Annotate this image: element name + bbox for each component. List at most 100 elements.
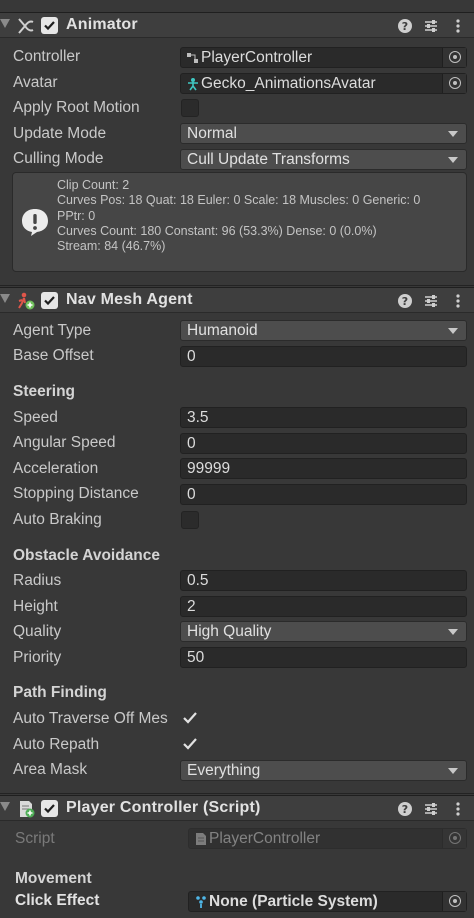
component-title: Animator bbox=[66, 16, 138, 33]
speed-label: Speed bbox=[13, 409, 58, 426]
object-picker-icon[interactable] bbox=[442, 892, 466, 911]
script-file-icon bbox=[196, 833, 206, 845]
nav-mesh-agent-icon bbox=[18, 292, 35, 310]
auto-traverse-label: Auto Traverse Off Mes bbox=[13, 710, 168, 727]
script-field: PlayerController bbox=[188, 828, 467, 849]
foldout-arrow-icon[interactable] bbox=[0, 802, 10, 811]
agent-type-label: Agent Type bbox=[13, 322, 92, 339]
controller-label: Controller bbox=[13, 48, 81, 65]
chevron-down-icon bbox=[448, 131, 458, 137]
foldout-arrow-icon[interactable] bbox=[0, 19, 10, 28]
area-mask-label: Area Mask bbox=[13, 761, 88, 778]
culling-mode-value: Cull Update Transforms bbox=[187, 151, 350, 168]
auto-braking-label: Auto Braking bbox=[13, 511, 102, 528]
culling-mode-dropdown[interactable]: Cull Update Transforms bbox=[180, 149, 467, 170]
stopping-distance-input[interactable]: 0 bbox=[180, 484, 467, 505]
area-mask-dropdown[interactable]: Everything bbox=[180, 760, 467, 781]
height-label: Height bbox=[13, 598, 58, 615]
apply-root-motion-checkbox[interactable] bbox=[181, 99, 199, 117]
radius-input[interactable]: 0.5 bbox=[180, 570, 467, 591]
movement-heading: Movement bbox=[15, 870, 92, 887]
chevron-down-icon bbox=[448, 768, 458, 774]
context-menu-icon[interactable] bbox=[450, 293, 466, 309]
nav-mesh-agent-header[interactable]: Nav Mesh Agent ? bbox=[0, 287, 474, 313]
object-picker-icon[interactable] bbox=[442, 48, 466, 67]
svg-text:?: ? bbox=[402, 295, 408, 308]
angular-speed-input[interactable]: 0 bbox=[180, 433, 467, 454]
chevron-down-icon bbox=[448, 629, 458, 635]
context-menu-icon[interactable] bbox=[450, 18, 466, 34]
acceleration-input[interactable]: 99999 bbox=[180, 458, 467, 479]
priority-input[interactable]: 50 bbox=[180, 647, 467, 668]
base-offset-input[interactable]: 0 bbox=[180, 346, 467, 367]
animator-enabled-checkbox[interactable] bbox=[41, 17, 58, 34]
particle-system-icon bbox=[196, 896, 206, 908]
player-controller-enabled-checkbox[interactable] bbox=[41, 800, 58, 817]
auto-traverse-checkbox[interactable] bbox=[181, 709, 199, 727]
stopping-distance-label: Stopping Distance bbox=[13, 485, 139, 502]
avatar-icon bbox=[188, 78, 198, 91]
avatar-label: Avatar bbox=[13, 74, 58, 91]
divider bbox=[0, 793, 474, 794]
steering-heading: Steering bbox=[13, 383, 76, 400]
click-effect-field[interactable]: None (Particle System) bbox=[188, 891, 467, 912]
update-mode-dropdown[interactable]: Normal bbox=[180, 123, 467, 144]
player-controller-header[interactable]: Player Controller (Script) ? bbox=[0, 795, 474, 821]
presets-icon[interactable] bbox=[423, 293, 439, 309]
avatar-field[interactable]: Gecko_AnimationsAvatar bbox=[180, 73, 467, 94]
script-icon bbox=[20, 801, 35, 818]
animator-icon bbox=[18, 18, 34, 34]
object-picker-icon bbox=[442, 829, 466, 848]
help-icon[interactable]: ? bbox=[397, 293, 413, 309]
height-input[interactable]: 2 bbox=[180, 596, 467, 617]
object-picker-icon[interactable] bbox=[442, 74, 466, 93]
info-line: Curves Pos: 18 Quat: 18 Euler: 0 Scale: … bbox=[57, 193, 421, 208]
animator-info-box: Clip Count: 2 Curves Pos: 18 Quat: 18 Eu… bbox=[12, 172, 467, 272]
click-effect-label: Click Effect bbox=[15, 892, 100, 909]
speed-input[interactable]: 3.5 bbox=[180, 407, 467, 428]
quality-label: Quality bbox=[13, 623, 62, 640]
controller-field[interactable]: PlayerController bbox=[180, 47, 467, 68]
update-mode-label: Update Mode bbox=[13, 125, 107, 142]
help-icon[interactable]: ? bbox=[397, 801, 413, 817]
nav-mesh-agent-enabled-checkbox[interactable] bbox=[41, 292, 58, 309]
apply-root-motion-label: Apply Root Motion bbox=[13, 99, 140, 116]
auto-braking-checkbox[interactable] bbox=[181, 511, 199, 529]
agent-type-dropdown[interactable]: Humanoid bbox=[180, 320, 467, 341]
script-label: Script bbox=[15, 830, 55, 847]
svg-text:?: ? bbox=[402, 803, 408, 816]
obstacle-avoidance-heading: Obstacle Avoidance bbox=[13, 547, 161, 564]
agent-type-value: Humanoid bbox=[187, 322, 258, 339]
component-title: Player Controller (Script) bbox=[66, 799, 261, 816]
divider bbox=[0, 285, 474, 286]
auto-repath-label: Auto Repath bbox=[13, 736, 100, 753]
area-mask-value: Everything bbox=[187, 762, 261, 779]
acceleration-label: Acceleration bbox=[13, 460, 99, 477]
foldout-arrow-icon[interactable] bbox=[0, 294, 10, 303]
animator-controller-icon bbox=[187, 53, 198, 63]
chevron-down-icon bbox=[448, 157, 458, 163]
auto-repath-checkbox[interactable] bbox=[181, 735, 199, 753]
info-line: Curves Count: 180 Constant: 96 (53.3%) D… bbox=[57, 223, 377, 238]
culling-mode-label: Culling Mode bbox=[13, 150, 104, 167]
help-icon[interactable]: ? bbox=[397, 18, 413, 34]
animator-header[interactable]: Animator ? bbox=[0, 12, 474, 38]
component-title: Nav Mesh Agent bbox=[66, 291, 193, 308]
info-line: Clip Count: 2 bbox=[57, 178, 130, 192]
base-offset-label: Base Offset bbox=[13, 347, 94, 364]
info-line: PPtr: 0 bbox=[57, 208, 96, 223]
info-icon bbox=[22, 209, 48, 236]
context-menu-icon[interactable] bbox=[450, 801, 466, 817]
presets-icon[interactable] bbox=[423, 801, 439, 817]
update-mode-value: Normal bbox=[187, 125, 237, 142]
angular-speed-label: Angular Speed bbox=[13, 434, 116, 451]
quality-dropdown[interactable]: High Quality bbox=[180, 621, 467, 642]
quality-value: High Quality bbox=[187, 623, 272, 640]
path-finding-heading: Path Finding bbox=[13, 684, 107, 701]
info-line: Stream: 84 (46.7%) bbox=[57, 239, 166, 254]
chevron-down-icon bbox=[448, 328, 458, 334]
radius-label: Radius bbox=[13, 572, 62, 589]
svg-text:?: ? bbox=[402, 20, 408, 33]
presets-icon[interactable] bbox=[423, 18, 439, 34]
priority-label: Priority bbox=[13, 649, 62, 666]
